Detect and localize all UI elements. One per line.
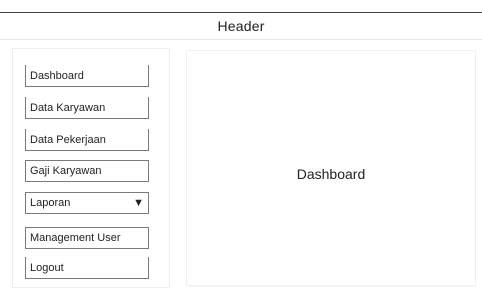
header-title: Header	[217, 18, 265, 34]
main-content: Dashboard	[186, 50, 476, 286]
page-title: Dashboard	[296, 166, 366, 182]
sidebar: Dashboard Data Karyawan Data Pekerjaan G…	[12, 48, 170, 288]
sidebar-item-data-karyawan[interactable]: Data Karyawan	[25, 97, 149, 119]
caret-down-icon: ▼	[133, 196, 144, 209]
header-bar: Header	[0, 12, 482, 40]
sidebar-item-label: Data Pekerjaan	[30, 133, 106, 146]
sidebar-item-gaji-karyawan[interactable]: Gaji Karyawan	[25, 160, 149, 182]
sidebar-item-dashboard[interactable]: Dashboard	[25, 65, 149, 87]
sidebar-item-label: Laporan	[30, 197, 71, 209]
sidebar-item-logout[interactable]: Logout	[25, 257, 149, 279]
sidebar-item-label: Data Karyawan	[30, 101, 106, 114]
sidebar-item-data-pekerjaan[interactable]: Data Pekerjaan	[25, 129, 149, 151]
sidebar-item-label: Management User	[30, 232, 121, 244]
sidebar-item-label: Dashboard	[30, 69, 84, 82]
sidebar-item-management-user[interactable]: Management User	[25, 227, 149, 249]
sidebar-item-label: Gaji Karyawan	[30, 165, 102, 177]
sidebar-item-label: Logout	[30, 261, 64, 274]
sidebar-item-laporan[interactable]: Laporan ▼	[25, 192, 149, 214]
